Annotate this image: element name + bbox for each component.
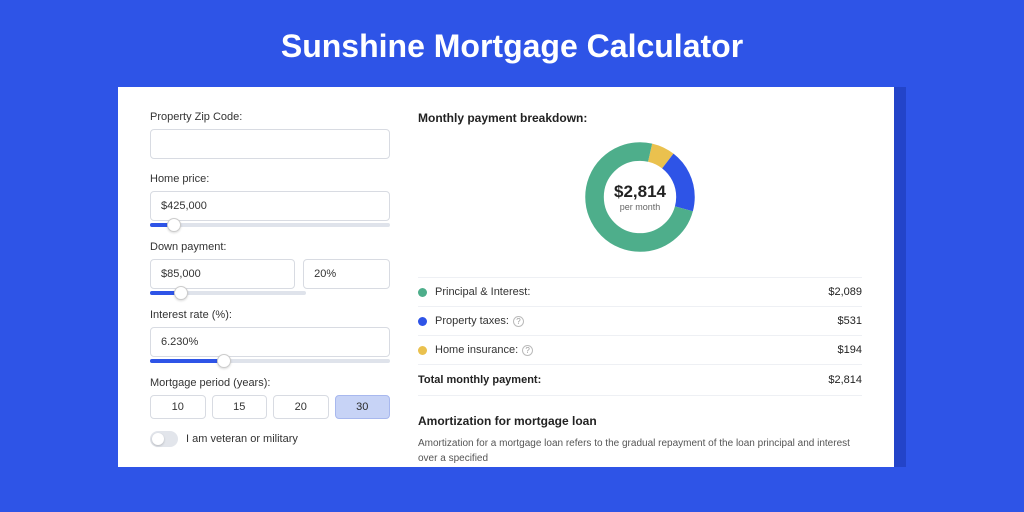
period-button-20[interactable]: 20	[273, 395, 329, 419]
legend-dot-icon	[418, 346, 427, 355]
inputs-panel: Property Zip Code: Home price: Down paym…	[150, 111, 390, 467]
rate-field: Interest rate (%):	[150, 309, 390, 363]
veteran-label: I am veteran or military	[186, 433, 298, 445]
veteran-toggle[interactable]	[150, 431, 178, 447]
legend-value: $194	[838, 344, 862, 356]
rate-input[interactable]	[150, 327, 390, 357]
period-field: Mortgage period (years): 10152030	[150, 377, 390, 419]
page-title: Sunshine Mortgage Calculator	[0, 0, 1024, 87]
help-icon[interactable]: ?	[522, 345, 533, 356]
legend-label: Property taxes:?	[435, 315, 838, 327]
rate-slider-thumb[interactable]	[217, 354, 231, 368]
amortization-section: Amortization for mortgage loan Amortizat…	[418, 414, 862, 466]
donut-sub: per month	[620, 202, 661, 212]
legend-value: $2,089	[828, 286, 862, 298]
homeprice-field: Home price:	[150, 173, 390, 227]
homeprice-slider[interactable]	[150, 223, 390, 227]
down-slider-thumb[interactable]	[174, 286, 188, 300]
period-button-30[interactable]: 30	[335, 395, 391, 419]
homeprice-label: Home price:	[150, 173, 390, 185]
down-amount-input[interactable]	[150, 259, 295, 289]
total-value: $2,814	[828, 374, 862, 386]
amortization-title: Amortization for mortgage loan	[418, 414, 862, 428]
legend: Principal & Interest:$2,089Property taxe…	[418, 277, 862, 364]
donut-center: $2,814 per month	[580, 137, 700, 257]
breakdown-title: Monthly payment breakdown:	[418, 111, 862, 125]
donut-amount: $2,814	[614, 182, 666, 202]
legend-row: Home insurance:?$194	[418, 335, 862, 364]
homeprice-input[interactable]	[150, 191, 390, 221]
donut-wrap: $2,814 per month	[418, 133, 862, 269]
zip-input[interactable]	[150, 129, 390, 159]
period-button-15[interactable]: 15	[212, 395, 268, 419]
veteran-toggle-knob	[152, 433, 164, 445]
card-shadow: Property Zip Code: Home price: Down paym…	[118, 87, 906, 467]
zip-label: Property Zip Code:	[150, 111, 390, 123]
total-label: Total monthly payment:	[418, 374, 828, 386]
legend-label: Home insurance:?	[435, 344, 838, 356]
donut-chart: $2,814 per month	[580, 137, 700, 257]
legend-label: Principal & Interest:	[435, 286, 828, 298]
down-label: Down payment:	[150, 241, 390, 253]
breakdown-panel: Monthly payment breakdown: $2,814 per mo…	[418, 111, 862, 467]
down-field: Down payment:	[150, 241, 390, 295]
legend-dot-icon	[418, 288, 427, 297]
period-button-10[interactable]: 10	[150, 395, 206, 419]
total-row: Total monthly payment: $2,814	[418, 364, 862, 396]
rate-label: Interest rate (%):	[150, 309, 390, 321]
period-label: Mortgage period (years):	[150, 377, 390, 389]
legend-dot-icon	[418, 317, 427, 326]
down-percent-input[interactable]	[303, 259, 390, 289]
amortization-text: Amortization for a mortgage loan refers …	[418, 436, 862, 466]
homeprice-slider-thumb[interactable]	[167, 218, 181, 232]
help-icon[interactable]: ?	[513, 316, 524, 327]
calculator-card: Property Zip Code: Home price: Down paym…	[118, 87, 894, 467]
down-slider[interactable]	[150, 291, 306, 295]
legend-row: Principal & Interest:$2,089	[418, 277, 862, 306]
veteran-row: I am veteran or military	[150, 431, 390, 447]
legend-row: Property taxes:?$531	[418, 306, 862, 335]
legend-value: $531	[838, 315, 862, 327]
zip-field: Property Zip Code:	[150, 111, 390, 159]
rate-slider[interactable]	[150, 359, 390, 363]
